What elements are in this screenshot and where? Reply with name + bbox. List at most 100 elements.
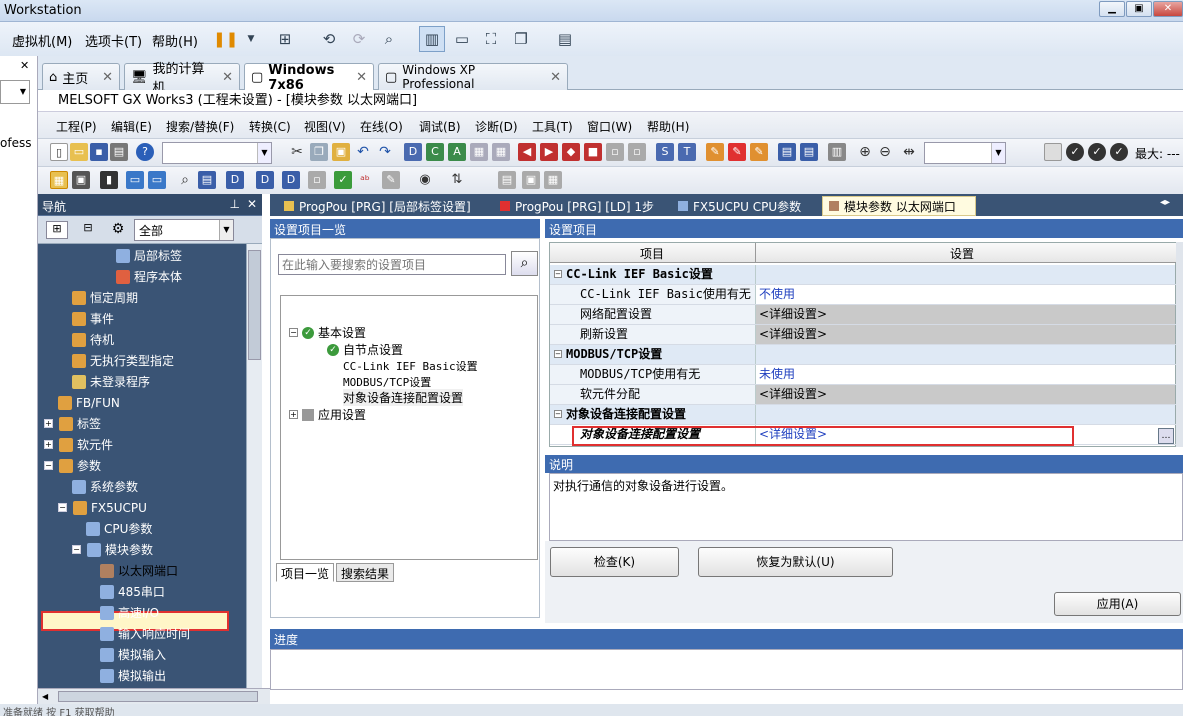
vm-menu-help[interactable]: 帮助(H) (152, 31, 198, 50)
grid-row[interactable]: CC-Link IEF Basic使用有无 不使用 (550, 285, 1177, 305)
check-circle-icon[interactable]: ✓ (1088, 143, 1106, 161)
copy-icon[interactable]: ❐ (310, 143, 328, 161)
send-keys-icon[interactable]: ⊞ (272, 26, 298, 52)
console-view-icon[interactable]: ▭ (449, 26, 475, 52)
window-icon[interactable]: ▭ (126, 171, 144, 189)
list3-icon[interactable]: ▦ (544, 171, 562, 189)
find-icon[interactable]: ⌕ (176, 171, 194, 189)
search-button[interactable]: ⌕ (511, 251, 538, 276)
revert-snapshot-icon[interactable]: ⟳ (346, 26, 372, 52)
close-icon[interactable]: ✕ (247, 197, 257, 211)
expand-icon[interactable]: + (44, 440, 53, 449)
pause-icon[interactable]: ❚❚ (212, 26, 238, 52)
collapse-icon[interactable]: − (58, 503, 67, 512)
close-window-button[interactable]: ✕ (1153, 1, 1183, 17)
menu-online[interactable]: 在线(O) (360, 118, 403, 135)
row-value[interactable]: 未使用 (755, 365, 1175, 384)
collapse-tree-icon[interactable]: ⊟ (78, 221, 98, 239)
thumbnail-icon[interactable]: ▤ (552, 26, 578, 52)
detail-settings-button[interactable]: … (1158, 428, 1174, 444)
tab-scroll-icon[interactable]: ◂▸ (1160, 197, 1170, 208)
navigation-icon[interactable]: ▣ (72, 171, 90, 189)
restore-default-button[interactable]: 恢复为默认(U) (698, 547, 893, 577)
unity-icon[interactable]: ❐ (508, 26, 534, 52)
verify-plc-icon[interactable]: ◆ (562, 143, 580, 161)
toolbar-combo[interactable]: ▼ (162, 142, 272, 164)
device-icon[interactable]: D (404, 143, 422, 161)
doc-tab-local-labels[interactable]: ProgPou [PRG] [局部标签设置] (278, 196, 477, 216)
fit-icon[interactable]: ⇹ (900, 143, 918, 161)
chevron-left-icon[interactable]: ◀ (42, 692, 48, 701)
tree-item-no-exec-type[interactable]: 无执行类型指定 (72, 350, 174, 371)
grid-row[interactable]: 软元件分配 <详细设置> (550, 385, 1177, 405)
row-value[interactable]: <详细设置> (755, 325, 1175, 344)
cut-icon[interactable]: ✂ (288, 143, 306, 161)
scroll-thumb[interactable] (248, 250, 261, 360)
undo-icon[interactable]: ↶ (354, 143, 372, 161)
tree-item-ethernet-port[interactable]: 以太网端口 (100, 560, 178, 581)
menu-diagnostics[interactable]: 诊断(D) (475, 118, 518, 135)
tree-item-unregistered[interactable]: 未登录程序 (72, 371, 150, 392)
chevron-down-icon[interactable]: ▼ (238, 26, 264, 52)
tree-item-input-response[interactable]: 输入响应时间 (100, 623, 190, 644)
doc-tab-cpu-params[interactable]: FX5UCPU CPU参数 (672, 196, 807, 216)
compile-icon[interactable]: ▦ (470, 143, 488, 161)
nav-vertical-scrollbar[interactable] (246, 244, 262, 688)
tree-item-cpu-params[interactable]: CPU参数 (86, 518, 152, 539)
nav-filter-select[interactable]: 全部 ▼ (134, 219, 234, 241)
help-icon[interactable]: ? (136, 143, 154, 161)
vm-menu-vm[interactable]: 虚拟机(M) (12, 31, 72, 50)
read-mode-icon[interactable]: ✎ (750, 143, 768, 161)
device-watch-icon[interactable]: D (282, 171, 300, 189)
menu-edit[interactable]: 编辑(E) (111, 118, 152, 135)
expand-icon[interactable]: + (44, 419, 53, 428)
rebuild-icon[interactable]: ▦ (492, 143, 510, 161)
row-value[interactable]: 不使用 (755, 285, 1175, 304)
edit-check-icon[interactable]: ✓ (334, 171, 352, 189)
edit-mode-icon[interactable]: ✎ (706, 143, 724, 161)
write-plc-icon[interactable]: ▶ (540, 143, 558, 161)
tree-item-devices[interactable]: + 软元件 (44, 434, 113, 455)
tree-cclink[interactable]: CC-Link IEF Basic设置 (343, 358, 478, 374)
vm-menu-tabs[interactable]: 选项卡(T) (85, 31, 142, 50)
list2-icon[interactable]: ▣ (522, 171, 540, 189)
grid-icon[interactable]: ▥ (828, 143, 846, 161)
menu-debug[interactable]: 调试(B) (419, 118, 461, 135)
sort-icon[interactable]: ⇅ (448, 171, 466, 189)
vm-tab-win7[interactable]: ▢ Windows 7x86 ✕ (244, 63, 374, 93)
abc-icon[interactable]: ᵃᵇ (356, 171, 374, 189)
read-plc-icon[interactable]: ◀ (518, 143, 536, 161)
zoom-out-icon[interactable]: ⊖ (876, 143, 894, 161)
fullscreen-icon[interactable]: ⛶ (478, 26, 504, 52)
pin-icon[interactable]: ⊥ (230, 197, 240, 211)
paste-icon[interactable]: ▣ (332, 143, 350, 161)
grid-row[interactable]: 网络配置设置 <详细设置> (550, 305, 1177, 325)
close-icon[interactable]: ✕ (222, 70, 233, 85)
tree-item-analog-input[interactable]: 模拟输入 (100, 644, 166, 665)
tree-item-system-params[interactable]: 系统参数 (72, 476, 138, 497)
menu-project[interactable]: 工程(P) (56, 118, 97, 135)
tree-item-high-speed-io[interactable]: 高速I/O (100, 602, 159, 623)
close-icon[interactable]: ✕ (356, 70, 367, 85)
remote-op-icon[interactable]: ■ (584, 143, 602, 161)
redo-icon[interactable]: ↷ (376, 143, 394, 161)
apply-button[interactable]: 应用(A) (1054, 592, 1181, 616)
minimize-button[interactable]: ▁ (1099, 1, 1125, 17)
grid-row[interactable]: MODBUS/TCP使用有无 未使用 (550, 365, 1177, 385)
menu-window[interactable]: 窗口(W) (587, 118, 632, 135)
tree-self-node[interactable]: ✓ 自节点设置 (327, 341, 403, 358)
write-mode-icon[interactable]: ✎ (728, 143, 746, 161)
tree-item-fx5ucpu[interactable]: − FX5UCPU (58, 497, 147, 518)
tree-item-485-serial[interactable]: 485串口 (100, 581, 165, 602)
library-item-text[interactable]: ofess (0, 136, 31, 150)
maximize-button[interactable]: ▣ (1126, 1, 1152, 17)
vm-tab-my-computer[interactable]: 🖥 我的计算机 ✕ (124, 62, 240, 96)
check-circle-icon[interactable]: ✓ (1066, 143, 1084, 161)
tree-item-standby[interactable]: 待机 (72, 329, 114, 350)
tree-item-module-params[interactable]: − 模块参数 (72, 539, 153, 560)
tree-item-fb-fun[interactable]: FB/FUN (58, 392, 120, 413)
collapse-icon[interactable]: − (289, 328, 298, 337)
nav-horizontal-scrollbar[interactable]: ◀ (38, 688, 270, 704)
doc-tab-ladder[interactable]: ProgPou [PRG] [LD] 1步 (494, 196, 660, 216)
grid-row-group[interactable]: MODBUS/TCP设置 (550, 345, 1177, 365)
